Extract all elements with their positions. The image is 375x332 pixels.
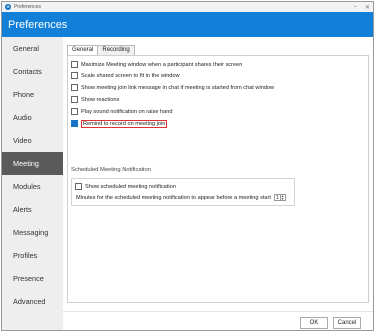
option-show-join-link[interactable]: Show meeting join link message in chat i… [71, 83, 274, 92]
sidebar-item-label: Profiles [13, 251, 38, 260]
checkbox[interactable] [71, 61, 78, 68]
sidebar-item-general[interactable]: General [2, 37, 63, 60]
sidebar-item-messaging[interactable]: Messaging [2, 221, 63, 244]
sidebar-item-video[interactable]: Video [2, 129, 63, 152]
chevron-down-icon[interactable]: ▼ [281, 197, 285, 201]
sidebar-item-audio[interactable]: Audio [2, 106, 63, 129]
sidebar-item-meeting[interactable]: Meeting [2, 152, 63, 175]
sidebar-item-label: Video [13, 136, 32, 145]
sidebar: General Contacts Phone Audio Video Meeti… [2, 37, 63, 330]
checkbox-checked[interactable] [71, 120, 78, 127]
sidebar-item-contacts[interactable]: Contacts [2, 60, 63, 83]
option-label: Play sound notification on raise hand [81, 108, 173, 115]
footer-divider [63, 311, 373, 312]
sidebar-item-label: Presence [13, 274, 44, 283]
checkbox[interactable] [71, 96, 78, 103]
section-title: Scheduled Meeting Notification [71, 167, 151, 173]
sidebar-item-label: Meeting [13, 159, 39, 168]
option-remind-to-record[interactable]: Remind to record on meeting join [71, 119, 168, 128]
scheduled-notification-group: Show scheduled meeting notification [71, 178, 295, 206]
sidebar-item-label: Advanced [13, 297, 46, 306]
checkbox[interactable] [71, 72, 78, 79]
sidebar-item-label: Phone [13, 90, 35, 99]
option-label: Maximize Meeting window when a participa… [81, 61, 243, 68]
tab-bar: General Recording [67, 45, 135, 56]
minimize-icon[interactable]: – [354, 4, 357, 10]
sidebar-item-label: Modules [13, 182, 41, 191]
sidebar-item-phone[interactable]: Phone [2, 83, 63, 106]
sidebar-item-label: Alerts [13, 205, 32, 214]
app-icon: G [5, 4, 11, 10]
sidebar-item-label: Contacts [13, 67, 42, 76]
minutes-row: Minutes for the scheduled meeting notifi… [76, 194, 286, 201]
close-icon[interactable]: ✕ [365, 4, 370, 11]
option-label: Remind to record on meeting join [81, 119, 168, 128]
option-label: Show meeting join link message in chat i… [81, 84, 275, 91]
window-title: Preferences [14, 4, 41, 10]
sidebar-item-label: General [13, 44, 39, 53]
checkbox[interactable] [71, 84, 78, 91]
sidebar-item-advanced[interactable]: Advanced [2, 290, 63, 313]
option-show-reactions[interactable]: Show reactions [71, 95, 119, 104]
checkbox[interactable] [71, 108, 78, 115]
checkbox[interactable] [75, 183, 82, 190]
page-header: Preferences [2, 12, 373, 37]
option-scale-shared-screen[interactable]: Scale shared screen to fit in the window [71, 71, 180, 80]
sidebar-item-profiles[interactable]: Profiles [2, 244, 63, 267]
option-raise-hand-sound[interactable]: Play sound notification on raise hand [71, 107, 172, 116]
sidebar-item-modules[interactable]: Modules [2, 175, 63, 198]
option-label: Show scheduled meeting notification [85, 183, 176, 190]
option-maximize-meeting-window[interactable]: Maximize Meeting window when a participa… [71, 60, 242, 69]
sidebar-item-alerts[interactable]: Alerts [2, 198, 63, 221]
preferences-window: G Preferences – ✕ Preferences General Co… [1, 1, 374, 331]
option-label: Show reactions [81, 96, 120, 103]
tab-panel: Maximize Meeting window when a participa… [67, 55, 369, 303]
page-title: Preferences [8, 18, 68, 31]
option-label: Scale shared screen to fit in the window [81, 72, 180, 79]
minutes-label: Minutes for the scheduled meeting notifi… [76, 194, 271, 201]
ok-button[interactable]: OK [300, 317, 328, 329]
option-show-scheduled-notification[interactable]: Show scheduled meeting notification [75, 182, 176, 191]
cancel-button[interactable]: Cancel [333, 317, 361, 329]
minutes-stepper[interactable]: 1 ▲ ▼ [273, 194, 286, 201]
content-area: General Recording Maximize Meeting windo… [63, 37, 373, 330]
sidebar-item-label: Messaging [13, 228, 49, 237]
sidebar-item-label: Audio [13, 113, 32, 122]
sidebar-item-presence[interactable]: Presence [2, 267, 63, 290]
